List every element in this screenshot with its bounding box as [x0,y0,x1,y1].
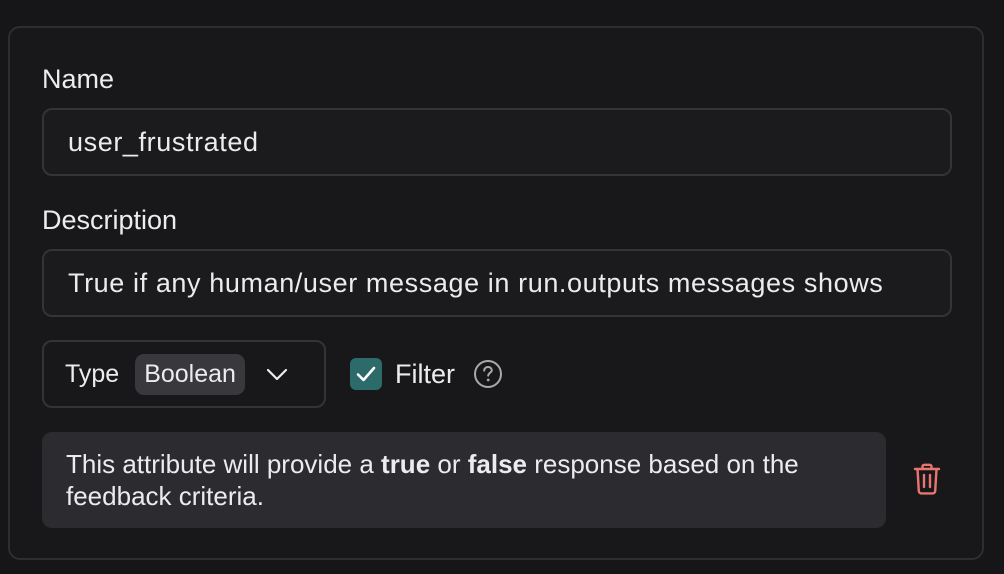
type-description-box: This attribute will provide a true or fa… [42,432,886,528]
check-icon [356,366,376,382]
chevron-down-icon [265,362,289,386]
trash-icon[interactable] [912,462,942,501]
type-select[interactable]: Type Boolean [42,340,326,408]
info-false: false [467,449,527,479]
description-input[interactable]: True if any human/user message in run.ou… [42,249,952,317]
filter-label: Filter [395,358,455,389]
filter-toggle[interactable]: Filter [350,358,504,390]
name-input[interactable]: user_frustrated [42,108,952,176]
attribute-card: Name user_frustrated Description True if… [8,26,984,560]
type-label: Type [65,359,120,388]
description-label: Description [42,205,178,235]
info-text: or [430,449,468,479]
name-label: Name [42,64,115,94]
info-text: This attribute will provide a [66,449,382,479]
info-true: true [381,449,431,479]
question-circle-icon[interactable] [472,358,504,390]
filter-checkbox[interactable] [350,358,382,390]
type-value-badge: Boolean [135,353,245,395]
